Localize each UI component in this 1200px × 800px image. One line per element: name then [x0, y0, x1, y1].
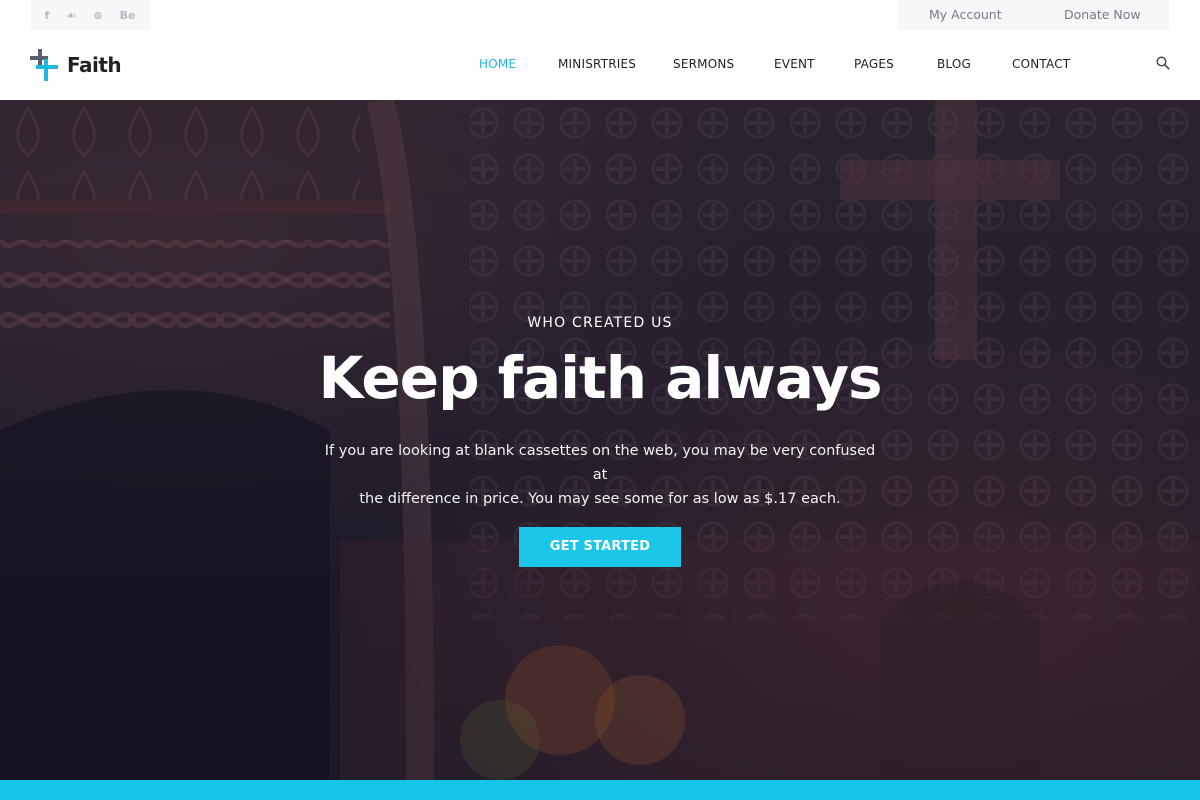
donate-now-link[interactable]: Donate Now [1064, 7, 1141, 22]
get-started-button[interactable]: GET STARTED [519, 527, 681, 567]
behance-icon[interactable]: Be [120, 9, 136, 22]
nav-item-contact[interactable]: CONTACT [1012, 57, 1070, 71]
nav-item-home[interactable]: HOME [479, 57, 516, 71]
twitter-icon[interactable]: ☙ [66, 9, 76, 22]
my-account-link[interactable]: My Account [929, 7, 1002, 22]
account-links: My Account Donate Now [898, 0, 1170, 30]
nav-menu: HOME MINISRTRIES SERMONS EVENT PAGES BLO… [0, 57, 1200, 77]
nav-item-sermons[interactable]: SERMONS [673, 57, 734, 71]
hero-description-line-2: the difference in price. You may see som… [359, 491, 841, 507]
nav-item-pages[interactable]: PAGES [854, 57, 894, 71]
search-icon[interactable] [1156, 56, 1170, 70]
hero-description-line-1: If you are looking at blank cassettes on… [324, 443, 876, 483]
nav-item-blog[interactable]: BLOG [937, 57, 971, 71]
hero-title: Keep faith always [318, 344, 882, 412]
hero-section: WHO CREATED US Keep faith always If you … [0, 100, 1200, 780]
nav-item-event[interactable]: EVENT [774, 57, 815, 71]
hero-eyebrow: WHO CREATED US [527, 315, 673, 331]
main-nav: Faith HOME MINISRTRIES SERMONS EVENT PAG… [0, 30, 1200, 100]
top-bar: f ☙ ⊛ Be My Account Donate Now [0, 0, 1200, 30]
facebook-icon[interactable]: f [45, 9, 50, 22]
dribbble-icon[interactable]: ⊛ [93, 9, 102, 22]
bottom-accent-strip [0, 780, 1200, 800]
nav-item-ministries[interactable]: MINISRTRIES [558, 57, 636, 71]
social-links: f ☙ ⊛ Be [30, 0, 150, 30]
hero-description: If you are looking at blank cassettes on… [320, 439, 880, 511]
